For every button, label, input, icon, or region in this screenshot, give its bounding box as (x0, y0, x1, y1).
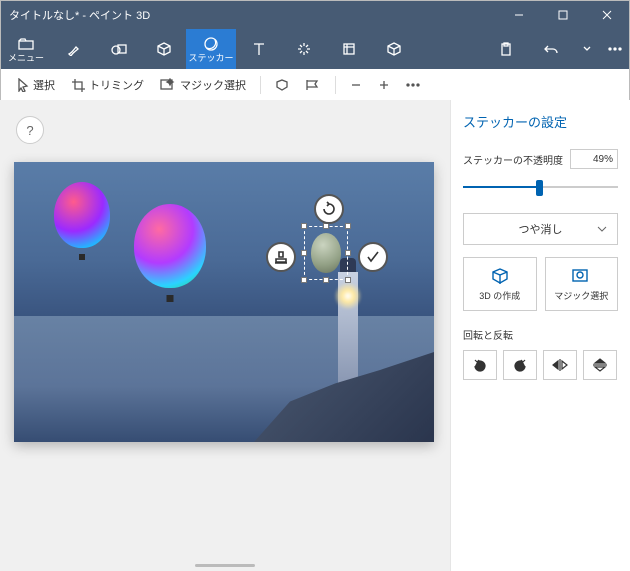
finish-label: つや消し (519, 221, 563, 237)
canvas-icon (342, 41, 356, 57)
sticker-icon (204, 36, 218, 52)
canvas-tab[interactable] (326, 29, 371, 69)
overflow-button[interactable] (601, 41, 629, 57)
plus-icon (378, 79, 390, 91)
finish-dropdown[interactable]: つや消し (463, 213, 618, 245)
balloon-1 (54, 182, 110, 248)
menu-button[interactable]: メニュー (1, 29, 51, 69)
flip-h-icon (552, 358, 568, 372)
stickers-tab[interactable]: ステッカー (186, 29, 236, 69)
select-label: 選択 (33, 77, 55, 93)
3d-library-tab[interactable] (371, 29, 416, 69)
brush-icon (67, 41, 81, 57)
shapes2d-icon (111, 41, 127, 57)
resize-handle[interactable] (301, 223, 307, 229)
brushes-tab[interactable] (51, 29, 96, 69)
sidebar: ステッカーの設定 ステッカーの不透明度 49% つや消し 3D の作成 マジック… (450, 100, 630, 571)
chevron-down-icon (583, 41, 591, 57)
window-title: タイトルなし* - ペイント 3D (9, 7, 497, 23)
menu-label: メニュー (8, 54, 44, 63)
make-3d-button[interactable]: 3D の作成 (463, 257, 537, 311)
folder-icon (18, 36, 34, 52)
effects-icon (297, 41, 311, 57)
select-tool[interactable]: 選択 (13, 69, 59, 100)
library-icon (387, 41, 401, 57)
balloon-2 (134, 204, 206, 288)
cube-icon (490, 267, 510, 285)
opacity-label: ステッカーの不透明度 (463, 152, 563, 167)
rotate-cw-button[interactable] (503, 350, 537, 380)
commit-button[interactable] (358, 242, 388, 272)
magic-select-button[interactable]: マジック選択 (545, 257, 619, 311)
slider-thumb[interactable] (536, 180, 543, 196)
cursor-icon (17, 78, 29, 92)
check-icon (365, 249, 381, 265)
toolbar-more[interactable] (402, 69, 424, 100)
help-button[interactable]: ? (16, 116, 44, 144)
canvas[interactable] (14, 162, 434, 442)
flip-horizontal-button[interactable] (543, 350, 577, 380)
zoom-out-button[interactable] (346, 69, 366, 100)
scroll-indicator[interactable] (195, 564, 255, 567)
divider (260, 76, 261, 94)
minimize-button[interactable] (497, 1, 541, 29)
effects-tab[interactable] (281, 29, 326, 69)
text-tab[interactable] (236, 29, 281, 69)
canvas-area[interactable]: ? (0, 100, 450, 571)
stamp-button[interactable] (266, 242, 296, 272)
rotate-cw-icon (512, 358, 528, 372)
rotate-flip-label: 回転と反転 (463, 327, 618, 342)
magic-select-icon (571, 267, 591, 285)
maximize-button[interactable] (541, 1, 585, 29)
flip-vertical-button[interactable] (583, 350, 617, 380)
resize-handle[interactable] (301, 277, 307, 283)
dots-icon (608, 41, 622, 57)
2d-shapes-tab[interactable] (96, 29, 141, 69)
chevron-down-icon (597, 223, 607, 235)
close-button[interactable] (585, 1, 629, 29)
opacity-slider[interactable] (463, 175, 618, 199)
rotate-button[interactable] (314, 194, 344, 224)
magic-select-card-label: マジック選択 (554, 289, 608, 302)
magic-label: マジック選択 (180, 77, 246, 93)
paste-button[interactable] (483, 41, 528, 57)
rotate-ccw-button[interactable] (463, 350, 497, 380)
divider (335, 76, 336, 94)
minus-icon (350, 79, 362, 91)
zoom-in-button[interactable] (374, 69, 394, 100)
resize-handle[interactable] (301, 250, 307, 256)
dots-icon (406, 83, 420, 87)
stamp-icon (273, 249, 289, 265)
mixed-reality-button[interactable] (301, 69, 325, 100)
crop-icon (71, 78, 85, 92)
more-dropdown[interactable] (573, 41, 601, 57)
cube-icon (157, 41, 171, 57)
slider-fill (463, 186, 539, 188)
flip-v-icon (592, 358, 608, 372)
flag-icon (305, 79, 321, 91)
magic-icon (160, 78, 176, 92)
opacity-value[interactable]: 49% (570, 149, 618, 169)
light-beam (334, 282, 362, 310)
rotate-icon (321, 201, 337, 217)
resize-handle[interactable] (323, 277, 329, 283)
stickers-label: ステッカー (188, 54, 233, 63)
crop-tool[interactable]: トリミング (67, 69, 148, 100)
make-3d-label: 3D の作成 (479, 289, 520, 302)
sticker-selection[interactable] (304, 226, 348, 280)
resize-handle[interactable] (345, 277, 351, 283)
undo-icon (544, 41, 558, 57)
undo-button[interactable] (528, 41, 573, 57)
rotate-ccw-icon (472, 358, 488, 372)
3d-shapes-tab[interactable] (141, 29, 186, 69)
cube-small-icon (275, 78, 289, 92)
sidebar-title: ステッカーの設定 (463, 112, 618, 131)
trimming-label: トリミング (89, 77, 144, 93)
resize-handle[interactable] (345, 223, 351, 229)
view-3d-button[interactable] (271, 69, 293, 100)
paste-icon (500, 41, 512, 57)
magic-select-tool[interactable]: マジック選択 (156, 69, 250, 100)
text-icon (253, 41, 265, 57)
resize-handle[interactable] (345, 250, 351, 256)
